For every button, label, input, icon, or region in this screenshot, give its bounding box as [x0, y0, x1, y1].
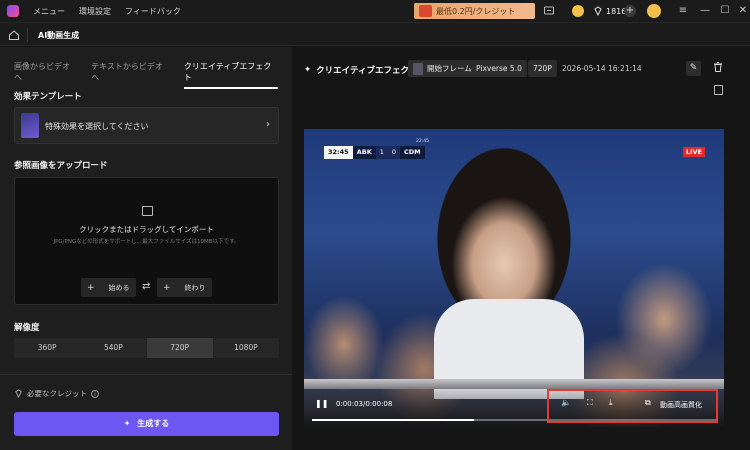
video-progress-fill [312, 419, 474, 421]
credit-counter: 1816 [593, 4, 626, 18]
upload-title: クリックまたはドラッグしてインポート [79, 225, 214, 234]
add-credits-button[interactable]: + [624, 5, 636, 17]
app-logo [7, 5, 19, 17]
scoreboard-team-away: CDM [400, 146, 425, 159]
upload-hint: JPG/PNGなどの形式をサポートし、最大ファイルサイズは10MB以下です。 [53, 239, 240, 245]
menu-item-feedback[interactable]: フィードバック [125, 6, 181, 17]
effect-template-select[interactable]: 特殊効果を選択してください › [14, 107, 279, 144]
required-credits: 必要なクレジット i [14, 388, 99, 399]
credit-label: 必要なクレジット [27, 389, 87, 398]
page-title: AI動画生成 [38, 31, 80, 40]
plus-icon: + [87, 282, 95, 293]
resolution-1080p[interactable]: 1080P [213, 338, 279, 358]
video-time: 0:00:03/0:00:08 [336, 400, 393, 408]
resolution-selector: 360P 540P 720P 1080P [14, 338, 279, 358]
upload-dropzone[interactable]: クリックまたはドラッグしてインポート JPG/PNGなどの形式をサポートし、最大… [14, 177, 279, 305]
scoreboard: 32:45 ABK 1 0 CDM 22:45 [324, 139, 429, 159]
start-frame-button[interactable]: + 始める [81, 278, 136, 297]
page-header: AI動画生成 [0, 22, 750, 46]
generate-button[interactable]: ✦ 生成する [14, 412, 279, 436]
sparkle-icon: ✦ [123, 419, 131, 428]
diamond-icon [594, 6, 602, 16]
sparkle-icon: ✦ [304, 65, 312, 75]
promo-text: 最低0.2円/クレジット [436, 6, 516, 16]
highlight-box [547, 389, 718, 423]
resolution-section-label: 解像度 [14, 323, 40, 333]
swap-icon[interactable]: ⇄ [142, 281, 150, 292]
chip-frame-label: 開始フレーム [427, 64, 472, 73]
generate-label: 生成する [137, 419, 170, 428]
coin-icon[interactable] [572, 5, 584, 17]
divider [0, 374, 292, 375]
scoreboard-team-home: ABK [352, 146, 376, 159]
start-frame-label: 始める [108, 283, 130, 292]
timestamp: 2026-05-14 16:21:14 [562, 64, 642, 73]
template-thumbnail [21, 113, 39, 138]
edit-icon[interactable]: ✎ [686, 61, 701, 76]
scoreboard-time: 32:45 [324, 146, 353, 159]
mode-tabs: 画像からビデオへ テキストからビデオへ クリエイティブエフェクト [14, 61, 292, 89]
divider [27, 28, 28, 42]
video-player[interactable]: 32:45 ABK 1 0 CDM 22:45 LIVE ❚❚ 0:00:03/… [304, 129, 724, 427]
gift-icon [419, 5, 432, 17]
end-frame-label: 終わり [184, 283, 206, 292]
upload-section-label: 参照画像をアップロード [14, 161, 108, 171]
scoreboard-score-home: 1 [375, 146, 388, 159]
end-frame-button[interactable]: + 終わり [157, 278, 212, 297]
chevron-right-icon: › [266, 119, 270, 130]
tab-image-to-video[interactable]: 画像からビデオへ [14, 61, 77, 89]
resolution-540p[interactable]: 540P [80, 338, 146, 358]
diamond-icon [15, 389, 22, 398]
effect-section-label: 効果テンプレート [14, 92, 82, 102]
frame-thumbnail [413, 62, 423, 75]
menu-icon[interactable]: ≡ [675, 3, 691, 19]
left-panel: 画像からビデオへ テキストからビデオへ クリエイティブエフェクト 効果テンプレー… [0, 47, 292, 450]
menu-item-menu[interactable]: メニュー [33, 6, 65, 17]
avatar[interactable] [647, 4, 661, 18]
tab-creative-effect[interactable]: クリエイティブエフェクト [183, 61, 278, 89]
close-icon[interactable]: ✕ [735, 3, 750, 19]
tab-text-to-video[interactable]: テキストからビデオへ [91, 61, 170, 89]
image-icon [142, 206, 153, 216]
minimize-icon[interactable]: — [697, 3, 713, 19]
result-title: ✦ クリエイティブエフェクト [304, 64, 417, 76]
menu-item-settings[interactable]: 環境設定 [79, 6, 111, 17]
home-icon[interactable] [8, 29, 20, 41]
live-badge: LIVE [682, 147, 705, 157]
template-placeholder: 特殊効果を選択してください [45, 122, 149, 131]
resolution-720p[interactable]: 720P [146, 338, 213, 358]
result-title-text: クリエイティブエフェクト [316, 66, 418, 76]
promo-banner[interactable]: 最低0.2円/クレジット [414, 3, 535, 19]
start-frame-chip: 開始フレーム [408, 60, 477, 77]
stadium-rail [304, 379, 724, 389]
maximize-icon[interactable]: ☐ [717, 3, 733, 19]
scoreboard-clock: 22:45 [416, 139, 429, 144]
title-bar: メニュー 環境設定 フィードバック [0, 0, 750, 22]
model-chip: Pixverse 5.0 [471, 60, 527, 77]
resolution-chip: 720P [528, 60, 557, 77]
pause-icon[interactable]: ❚❚ [315, 399, 328, 408]
resolution-360p[interactable]: 360P [14, 338, 80, 358]
scoreboard-score-away: 0 [387, 146, 401, 159]
copy-icon[interactable] [714, 85, 723, 95]
chat-bubble-icon[interactable] [543, 5, 555, 17]
info-icon[interactable]: i [91, 389, 99, 398]
plus-icon: + [163, 282, 171, 293]
trash-icon[interactable] [710, 61, 725, 76]
